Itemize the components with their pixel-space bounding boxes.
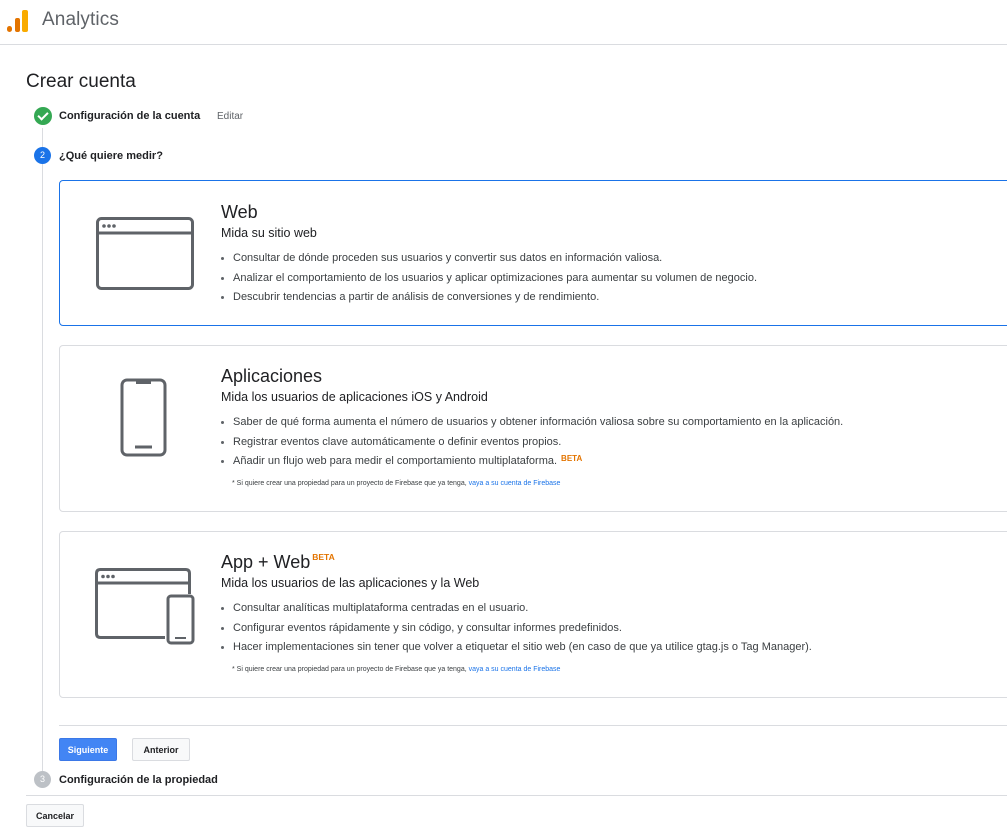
divider bbox=[26, 795, 1007, 796]
list-item: Hacer implementaciones sin tener que vol… bbox=[221, 638, 812, 658]
firebase-note: * Si quiere crear una propiedad para un … bbox=[232, 666, 560, 673]
note-text: * Si quiere crear una propiedad para un … bbox=[232, 666, 469, 673]
app-title: Analytics bbox=[42, 9, 119, 30]
card-title-text: App + Web bbox=[221, 552, 311, 572]
step-account-setup-title: Configuración de la cuenta bbox=[59, 110, 201, 122]
list-item: Configurar eventos rápidamente y sin cód… bbox=[221, 619, 812, 639]
cancel-button[interactable]: Cancelar bbox=[26, 804, 84, 827]
card-subtitle: Mida los usuarios de aplicaciones iOS y … bbox=[221, 390, 488, 404]
step-2-badge: 2 bbox=[34, 147, 51, 164]
beta-badge: BETA bbox=[312, 552, 335, 562]
list-item-text: Añadir un flujo web para medir el compor… bbox=[233, 455, 558, 467]
option-card-app-web[interactable]: App + Web BETA Mida los usuarios de las a… bbox=[59, 531, 1007, 698]
stepper-rail bbox=[42, 128, 43, 773]
step-3-badge: 3 bbox=[34, 771, 51, 788]
page-title: Crear cuenta bbox=[26, 71, 136, 92]
step-measure-title: ¿Qué quiere medir? bbox=[59, 150, 163, 162]
browser-window-icon bbox=[96, 217, 194, 290]
top-bar: Analytics bbox=[0, 0, 1007, 45]
card-title: Aplicaciones bbox=[221, 366, 323, 386]
list-item: Registrar eventos clave automáticamente … bbox=[220, 433, 843, 453]
list-item: Añadir un flujo web para medir el compor… bbox=[220, 452, 843, 472]
next-button[interactable]: Siguiente bbox=[59, 738, 117, 761]
note-text: * Si quiere crear una propiedad para un … bbox=[232, 480, 469, 487]
option-card-apps[interactable]: Aplicaciones Mida los usuarios de aplica… bbox=[59, 345, 1007, 512]
firebase-account-link[interactable]: vaya a su cuenta de Firebase bbox=[469, 666, 561, 673]
analytics-logo-icon[interactable] bbox=[7, 8, 29, 32]
divider bbox=[59, 725, 1007, 726]
option-card-web[interactable]: Web Mida su sitio web Consultar de dónde… bbox=[59, 180, 1007, 326]
card-subtitle: Mida los usuarios de las aplicaciones y … bbox=[221, 576, 480, 590]
beta-badge: BETA bbox=[561, 454, 583, 463]
step-property-setup-title: Configuración de la propiedad bbox=[59, 774, 218, 786]
firebase-account-link[interactable]: vaya a su cuenta de Firebase bbox=[469, 480, 561, 487]
step-complete-check-icon bbox=[34, 107, 52, 125]
edit-link[interactable]: Editar bbox=[217, 111, 243, 122]
card-title: App + Web BETA bbox=[221, 552, 335, 573]
list-item: Consultar de dónde proceden sus usuarios… bbox=[221, 249, 757, 269]
firebase-note: * Si quiere crear una propiedad para un … bbox=[232, 480, 560, 487]
previous-button[interactable]: Anterior bbox=[132, 738, 190, 761]
list-item: Saber de qué forma aumenta el número de … bbox=[220, 413, 843, 433]
feature-list: Saber de qué forma aumenta el número de … bbox=[220, 413, 843, 472]
mobile-phone-icon bbox=[120, 378, 168, 458]
card-subtitle: Mida su sitio web bbox=[221, 226, 317, 240]
list-item: Analizar el comportamiento de los usuari… bbox=[221, 269, 757, 289]
list-item: Consultar analíticas multiplataforma cen… bbox=[221, 599, 812, 619]
browser-and-phone-icon bbox=[95, 568, 197, 646]
feature-list: Consultar de dónde proceden sus usuarios… bbox=[221, 249, 757, 308]
feature-list: Consultar analíticas multiplataforma cen… bbox=[221, 599, 812, 658]
card-title: Web bbox=[221, 202, 258, 222]
list-item: Descubrir tendencias a partir de análisi… bbox=[221, 288, 757, 308]
